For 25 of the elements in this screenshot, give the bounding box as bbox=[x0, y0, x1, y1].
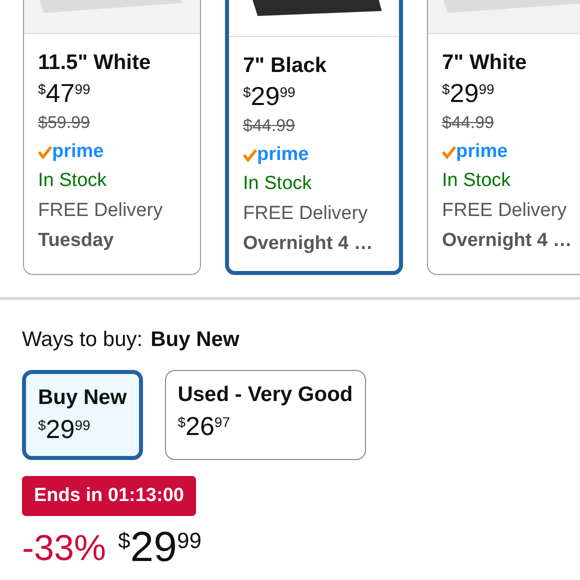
prime-label: prime bbox=[456, 141, 508, 163]
stock-status: In Stock bbox=[38, 169, 108, 193]
ways-to-buy-label: Ways to buy: bbox=[22, 328, 143, 352]
delivery-day: Overnight 4 … bbox=[442, 226, 580, 256]
stock-status: In Stock bbox=[243, 172, 313, 196]
delivery-day: Overnight 4 … bbox=[243, 229, 385, 259]
check-icon bbox=[243, 148, 257, 162]
prime-label: prime bbox=[52, 141, 104, 163]
delivery-text: FREE Delivery bbox=[243, 202, 369, 226]
deal-timer-badge: Ends in 01:13:00 bbox=[22, 476, 196, 516]
stock-status: In Stock bbox=[442, 169, 512, 193]
delivery-text: FREE Delivery bbox=[38, 199, 164, 223]
list-price: $59.99 bbox=[38, 112, 91, 134]
check-icon bbox=[38, 145, 52, 159]
ways-to-buy-value: Buy New bbox=[150, 328, 240, 352]
list-price: $44.99 bbox=[243, 115, 296, 137]
delivery-day: Tuesday bbox=[38, 226, 186, 256]
discount-percent: -33% bbox=[22, 528, 106, 568]
prime-label: prime bbox=[257, 144, 309, 166]
delivery-text: FREE Delivery bbox=[442, 199, 568, 223]
check-icon bbox=[442, 145, 456, 159]
option-title: 7" White bbox=[442, 50, 528, 76]
option-title: 7" Black bbox=[243, 53, 328, 79]
list-price: $44.99 bbox=[442, 112, 495, 134]
option-title: 11.5" White bbox=[38, 50, 152, 76]
